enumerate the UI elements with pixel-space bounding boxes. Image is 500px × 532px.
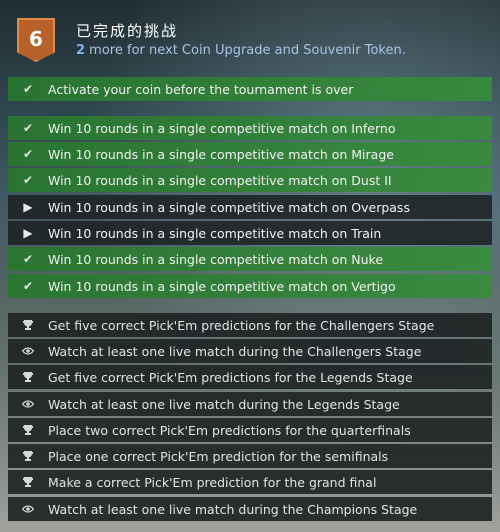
challenge-label: Watch at least one live match during the… bbox=[48, 343, 422, 359]
trophy-icon bbox=[8, 424, 48, 436]
challenge-row-mirage[interactable]: ✔ Win 10 rounds in a single competitive … bbox=[8, 142, 492, 166]
challenge-row-watch-legends[interactable]: Watch at least one live match during the… bbox=[8, 392, 492, 416]
challenge-row-dust2[interactable]: ✔ Win 10 rounds in a single competitive … bbox=[8, 168, 492, 192]
checkmark-icon: ✔ bbox=[22, 147, 34, 161]
challenge-label: Place two correct Pick'Em predictions fo… bbox=[48, 422, 411, 438]
challenge-label: Watch at least one live match during the… bbox=[48, 501, 418, 517]
challenge-label: Get five correct Pick'Em predictions for… bbox=[48, 369, 413, 385]
challenge-label: Win 10 rounds in a single competitive ma… bbox=[48, 146, 394, 162]
subtitle: 2 more for next Coin Upgrade and Souveni… bbox=[76, 43, 406, 58]
checkmark-icon: ✔ bbox=[22, 82, 34, 96]
challenge-row-activate[interactable]: ✔ Activate your coin before the tourname… bbox=[8, 77, 492, 101]
challenge-label: Win 10 rounds in a single competitive ma… bbox=[48, 225, 382, 241]
challenge-row-overpass[interactable]: ▶ Win 10 rounds in a single competitive … bbox=[8, 195, 492, 219]
checkmark-icon: ✔ bbox=[22, 252, 34, 266]
play-icon[interactable]: ▶ bbox=[8, 200, 48, 214]
checkmark-icon: ✔ bbox=[22, 121, 34, 135]
level-number: 6 bbox=[29, 27, 43, 51]
challenge-label: Place one correct Pick'Em prediction for… bbox=[48, 448, 389, 464]
challenge-row-pickem-quarterfinals[interactable]: Place two correct Pick'Em predictions fo… bbox=[8, 418, 492, 442]
challenge-row-inferno[interactable]: ✔ Win 10 rounds in a single competitive … bbox=[8, 116, 492, 140]
challenge-label: Get five correct Pick'Em predictions for… bbox=[48, 317, 435, 333]
challenge-row-pickem-legends[interactable]: Get five correct Pick'Em predictions for… bbox=[8, 365, 492, 389]
eye-icon bbox=[8, 504, 48, 514]
eye-icon bbox=[8, 346, 48, 356]
remaining-count: 2 bbox=[76, 43, 86, 58]
challenge-row-vertigo[interactable]: ✔ Win 10 rounds in a single competitive … bbox=[8, 274, 492, 298]
trophy-icon bbox=[8, 476, 48, 488]
checkmark-icon: ✔ bbox=[22, 279, 34, 293]
challenge-label: Win 10 rounds in a single competitive ma… bbox=[48, 120, 396, 136]
challenge-row-pickem-challengers[interactable]: Get five correct Pick'Em predictions for… bbox=[8, 313, 492, 337]
challenge-label: Watch at least one live match during the… bbox=[48, 396, 400, 412]
challenge-label: Win 10 rounds in a single competitive ma… bbox=[48, 278, 396, 294]
trophy-icon bbox=[8, 450, 48, 462]
challenge-row-nuke[interactable]: ✔ Win 10 rounds in a single competitive … bbox=[8, 247, 492, 271]
challenge-row-watch-challengers[interactable]: Watch at least one live match during the… bbox=[8, 339, 492, 363]
challenge-label: Make a correct Pick'Em prediction for th… bbox=[48, 474, 377, 490]
challenge-row-pickem-semifinals[interactable]: Place one correct Pick'Em prediction for… bbox=[8, 444, 492, 468]
challenge-row-pickem-grand-final[interactable]: Make a correct Pick'Em prediction for th… bbox=[8, 470, 492, 494]
play-icon[interactable]: ▶ bbox=[8, 226, 48, 240]
challenge-row-train[interactable]: ▶ Win 10 rounds in a single competitive … bbox=[8, 221, 492, 245]
challenge-row-watch-champions[interactable]: Watch at least one live match during the… bbox=[8, 497, 492, 521]
trophy-icon bbox=[8, 319, 48, 331]
header: 6 已完成的挑战 2 more for next Coin Upgrade an… bbox=[0, 0, 500, 72]
challenge-label: Win 10 rounds in a single competitive ma… bbox=[48, 199, 410, 215]
trophy-icon bbox=[8, 371, 48, 383]
challenge-label: Win 10 rounds in a single competitive ma… bbox=[48, 251, 384, 267]
subtitle-text: more for next Coin Upgrade and Souvenir … bbox=[85, 43, 406, 58]
page-title: 已完成的挑战 bbox=[76, 22, 179, 40]
level-badge: 6 bbox=[17, 18, 55, 62]
challenge-label: Activate your coin before the tournament… bbox=[48, 81, 354, 97]
challenge-label: Win 10 rounds in a single competitive ma… bbox=[48, 172, 392, 188]
checkmark-icon: ✔ bbox=[22, 173, 34, 187]
eye-icon bbox=[8, 399, 48, 409]
